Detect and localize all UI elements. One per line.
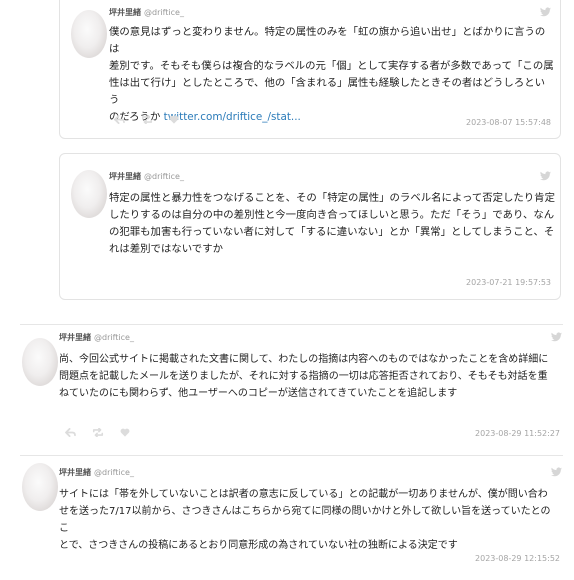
tweet-line: 性は出て行け」としたところで、他の「含まれる」属性も経験したときその者はどうしろ… (109, 77, 545, 106)
author-handle[interactable]: @driftice_ (94, 468, 134, 477)
like-icon[interactable] (120, 428, 130, 437)
avatar[interactable] (71, 170, 107, 218)
tweet-line: 僕の意見はずっと変わりません。特定の属性のみを「虹の旗から追い出せ」とばかりに言… (109, 26, 546, 55)
tweet-actions (65, 428, 130, 437)
tweet-line: とで、さつきさんの投稿にあるとおり同意形成の為されていない社の独断による決定です (59, 540, 458, 551)
author-line: 坪井里緒 @driftice_ (59, 332, 134, 343)
retweet-icon[interactable] (92, 428, 104, 437)
tweet-text: 僕の意見はずっと変わりません。特定の属性のみを「虹の旗から追い出せ」とばかりに言… (109, 24, 555, 126)
timestamp[interactable]: 2023-07-21 19:57:53 (466, 278, 551, 287)
avatar[interactable] (71, 10, 107, 58)
author-line: 坪井里緒 @driftice_ (59, 467, 134, 478)
tweet-actions (114, 115, 179, 124)
author-handle[interactable]: @driftice_ (144, 8, 184, 17)
tweet-line: したりするのは自分の中の差別性と今一度向き合ってほしいと思う。ただ「そう」であり… (109, 209, 555, 221)
author-name[interactable]: 坪井里緒 (109, 8, 141, 17)
tweet-text: 特定の属性と暴力性をつなげることを、その「特定の属性」のラベル名によって否定した… (109, 190, 555, 258)
author-name[interactable]: 坪井里緒 (59, 468, 91, 477)
timestamp[interactable]: 2023-08-07 15:57:48 (466, 118, 551, 127)
twitter-bird-icon[interactable] (551, 467, 562, 477)
reply-icon[interactable] (65, 428, 76, 437)
tweet-card: 坪井里緒 @driftice_ 特定の属性と暴力性をつなげることを、その「特定の属… (59, 153, 561, 300)
tweet-line: 問題点を記載したメールを送りましたが、それに対する指摘の一切は応答拒否されており… (59, 371, 548, 382)
avatar[interactable] (22, 338, 58, 386)
author-name[interactable]: 坪井里緒 (59, 333, 91, 342)
twitter-bird-icon[interactable] (540, 7, 551, 17)
tweet-line: れは差別ではないですか (109, 243, 223, 255)
timestamp[interactable]: 2023-08-29 12:15:52 (475, 554, 560, 563)
retweet-icon[interactable] (141, 115, 153, 124)
tweet-line: の犯罪も加害も行っていない者に対して「するに違いない」とか「異常」としてしまうこ… (109, 226, 555, 238)
tweet-line: 尚、今回公式サイトに掲載された文書に関して、わたしの指摘は内容へのものではなかっ… (59, 354, 549, 365)
author-handle[interactable]: @driftice_ (94, 333, 134, 342)
tweet-card: 坪井里緒 @driftice_ 尚、今回公式サイトに掲載された文書に関して、わたし… (20, 324, 563, 450)
author-line: 坪井里緒 @driftice_ (109, 7, 184, 18)
tweet-card: 坪井里緒 @driftice_ サイトには「帯を外していないことは訳者の意志に反し… (20, 455, 563, 580)
tweet-line: 特定の属性と暴力性をつなげることを、その「特定の属性」のラベル名によって否定した… (109, 192, 555, 204)
tweet-line: ねていたのにも関わらず、他ユーザーへのコピーが送信されてきていたことを追記します (59, 388, 458, 399)
avatar[interactable] (22, 463, 58, 511)
tweet-line: サイトには「帯を外していないことは訳者の意志に反している」との記載が一切ありませ… (59, 489, 548, 500)
tweet-text: サイトには「帯を外していないことは訳者の意志に反している」との記載が一切ありませ… (59, 486, 559, 554)
twitter-bird-icon[interactable] (540, 171, 551, 181)
like-icon[interactable] (169, 115, 179, 124)
timestamp[interactable]: 2023-08-29 11:52:27 (475, 429, 560, 438)
author-line: 坪井里緒 @driftice_ (109, 171, 184, 182)
tweet-card: 坪井里緒 @driftice_ 僕の意見はずっと変わりません。特定の属性のみを「虹… (59, 0, 561, 139)
reply-icon[interactable] (114, 115, 125, 124)
tweet-line: 差別です。そもそも僕らは複合的なラベルの元「個」として実存する者が多数であって「… (109, 60, 554, 72)
author-name[interactable]: 坪井里緒 (109, 172, 141, 181)
author-handle[interactable]: @driftice_ (144, 172, 184, 181)
tweet-line: せを送った7/17以前から、さつきさんはこちらから宛てに同様の問いかけと外して欲… (59, 506, 551, 534)
tweet-text: 尚、今回公式サイトに掲載された文書に関して、わたしの指摘は内容へのものではなかっ… (59, 351, 559, 402)
twitter-bird-icon[interactable] (551, 332, 562, 342)
tweet-link[interactable]: twitter.com/driftice_/stat... (164, 111, 301, 123)
